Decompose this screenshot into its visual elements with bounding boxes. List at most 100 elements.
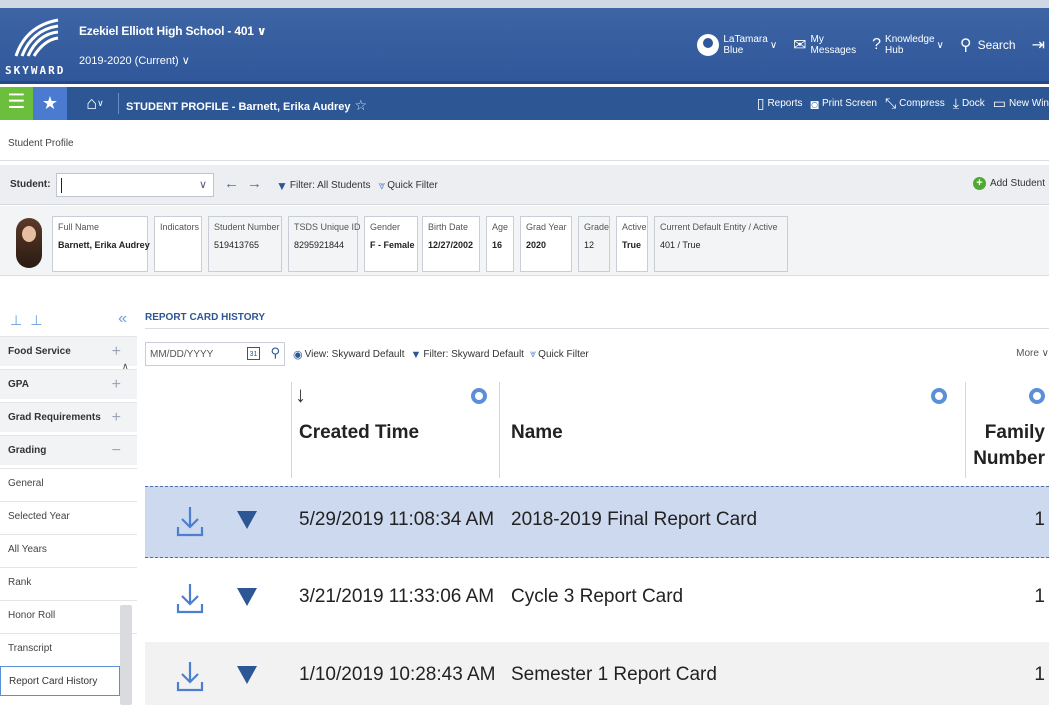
table-row[interactable]: 3/21/2019 11:33:06 AM Cycle 3 Report Card… <box>145 564 1049 636</box>
sidebar-item-honor-roll[interactable]: Honor Roll <box>0 600 137 630</box>
year-selector[interactable]: 2019-2020 (Current) ∨ <box>79 54 190 67</box>
user-first-name: LaTamara <box>723 34 768 45</box>
hamburger-menu-icon[interactable]: ☰ <box>0 87 33 120</box>
sidebar-item-grad-requirements[interactable]: Grad Requirements + <box>0 402 137 432</box>
collapse-minus-icon[interactable]: − <box>112 436 121 466</box>
page-title: STUDENT PROFILE - Barnett, Erika Audrey ☆ <box>126 97 368 113</box>
reports-button[interactable]: ▯ Reports <box>757 95 803 112</box>
chevron-down-icon: ∨ <box>97 98 104 108</box>
reports-icon: ▯ <box>756 95 765 111</box>
expand-plus-icon[interactable]: + <box>112 337 121 367</box>
expand-plus-icon[interactable]: + <box>112 370 121 400</box>
prev-next-arrows[interactable]: ←→ <box>224 175 270 192</box>
chevron-down-icon[interactable]: ∨ <box>199 178 207 191</box>
field-full-name: Full Name Barnett, Erika Audrey <box>52 216 150 272</box>
filter-icon: ▼ <box>410 348 422 361</box>
envelope-icon: ✉ <box>793 37 807 54</box>
sign-out-button[interactable]: ⇥ <box>1032 35 1045 55</box>
gear-icon[interactable] <box>1029 388 1045 404</box>
nav-bar: ☰ ★ ⌂∨ STUDENT PROFILE - Barnett, Erika … <box>0 87 1049 120</box>
student-label: Student: <box>10 179 51 190</box>
filter-selector[interactable]: ▼ Filter: Skyward Default <box>410 349 523 361</box>
table-row[interactable]: 5/29/2019 11:08:34 AM 2018-2019 Final Rep… <box>145 486 1049 558</box>
download-icon[interactable] <box>175 660 205 694</box>
sort-arrow-down-icon[interactable]: ↓ <box>295 382 306 408</box>
compress-icon: ⤡ <box>884 95 897 111</box>
calendar-icon[interactable]: 31 <box>247 347 260 360</box>
student-search-bar: Student: ∨ ←→ ▼ Filter: All Students ⩔ Q… <box>0 165 1049 205</box>
new-win-button[interactable]: ▭ New Win <box>993 95 1049 112</box>
user-avatar-icon <box>697 34 720 56</box>
arrow-left-icon[interactable]: ← <box>224 175 247 192</box>
view-selector[interactable]: ◉ View: Skyward Default <box>293 348 404 361</box>
nav-divider <box>118 93 119 114</box>
sidebar-scrollbar[interactable] <box>120 605 132 705</box>
more-menu[interactable]: More ∨ <box>1016 348 1049 359</box>
column-header-name[interactable]: Name <box>511 422 563 444</box>
collapse-all-icon[interactable]: ⊥ <box>30 312 42 329</box>
scroll-up-arrow-icon[interactable]: ∧ <box>122 361 129 372</box>
header-actions: LaTamara Blue ∨ ✉ My Messages ? Knowledg… <box>697 28 1049 62</box>
add-student-button[interactable]: + Add Student <box>972 177 1045 190</box>
app-header: SKYWARD Ezekiel Elliott High School - 40… <box>0 0 1049 84</box>
dock-button[interactable]: ⤓ Dock <box>953 95 985 112</box>
chevron-down-icon: ∨ <box>181 55 190 67</box>
grid-header: ↓ Created Time Name Family Number <box>145 382 1049 478</box>
compress-button[interactable]: ⤡ Compress <box>885 95 945 112</box>
gear-icon[interactable] <box>931 388 947 404</box>
search-button[interactable]: ⚲ Search <box>960 35 1016 55</box>
messages-button[interactable]: ✉ My Messages <box>793 34 856 56</box>
expand-row-icon[interactable] <box>237 666 257 684</box>
expand-row-icon[interactable] <box>237 511 257 529</box>
sidebar-item-general[interactable]: General <box>0 468 137 498</box>
knowledge-hub-button[interactable]: ? Knowledge Hub ∨ <box>872 34 944 56</box>
sidebar-item-gpa[interactable]: GPA + <box>0 369 137 399</box>
field-grade: Grade 12 <box>578 216 610 272</box>
school-selector[interactable]: Ezekiel Elliott High School - 401 ∨ <box>79 24 267 38</box>
arrow-right-icon[interactable]: → <box>247 175 270 192</box>
sidebar-item-all-years[interactable]: All Years <box>0 534 137 564</box>
student-search-input[interactable]: ∨ <box>56 173 214 197</box>
sidebar-item-grading[interactable]: Grading − <box>0 435 137 465</box>
search-icon[interactable]: ⚲ <box>270 345 280 361</box>
expand-plus-icon[interactable]: + <box>112 403 121 433</box>
download-icon[interactable] <box>175 582 205 616</box>
date-input[interactable]: MM/DD/YYYY 31 ⚲ <box>145 342 285 366</box>
download-icon[interactable] <box>175 505 205 539</box>
sidebar-item-transcript[interactable]: Transcript <box>0 633 137 663</box>
expand-row-icon[interactable] <box>237 588 257 606</box>
section-title: REPORT CARD HISTORY <box>145 312 266 323</box>
favorites-star-icon[interactable]: ★ <box>33 87 67 120</box>
column-header-created-time[interactable]: Created Time <box>299 422 419 444</box>
skyward-logo[interactable]: SKYWARD <box>4 14 68 80</box>
print-screen-button[interactable]: ◙ Print Screen <box>810 96 877 112</box>
gear-icon[interactable] <box>471 388 487 404</box>
field-tsds-id: TSDS Unique ID 8295921844 <box>288 216 361 272</box>
quick-filter-button[interactable]: ⩔ Quick Filter <box>378 178 437 193</box>
sidebar-item-rank[interactable]: Rank <box>0 567 137 597</box>
divider <box>0 160 1049 161</box>
sidebar-item-report-card-history[interactable]: Report Card History <box>0 666 120 696</box>
home-icon[interactable]: ⌂∨ <box>74 87 116 120</box>
text-cursor <box>61 178 62 193</box>
student-filter[interactable]: ▼ Filter: All Students ⩔ Quick Filter <box>276 178 438 193</box>
chevron-double-down-icon: ⩔ <box>529 348 537 360</box>
sidebar-item-food-service[interactable]: Food Service + <box>0 336 137 366</box>
column-header-family-number[interactable]: Family Number <box>973 422 1045 470</box>
collapse-sidebar-icon[interactable]: « <box>118 310 127 328</box>
plus-circle-icon: + <box>972 177 986 190</box>
user-menu[interactable]: LaTamara Blue ∨ <box>697 34 777 56</box>
sidebar-item-selected-year[interactable]: Selected Year <box>0 501 137 531</box>
favorite-star-outline-icon[interactable]: ☆ <box>355 97 368 113</box>
quick-filter-button[interactable]: ⩔ Quick Filter <box>530 348 589 361</box>
table-row[interactable]: 1/10/2019 10:28:43 AM Semester 1 Report C… <box>145 642 1049 705</box>
sidebar: ⊥ ⊥ « Food Service + GPA + Grad Requirements… <box>0 300 137 705</box>
main-panel: REPORT CARD HISTORY MM/DD/YYYY 31 ⚲ ◉ Vie… <box>137 300 1049 705</box>
field-indicators: Indicators <box>154 216 202 272</box>
student-photo[interactable] <box>16 218 42 268</box>
filter-icon: ▼ <box>276 178 288 193</box>
chevron-down-icon: ∨ <box>256 24 267 38</box>
print-screen-icon: ◙ <box>810 95 819 112</box>
expand-all-icon[interactable]: ⊥ <box>10 312 22 329</box>
chevron-down-icon: ∨ <box>769 39 778 51</box>
